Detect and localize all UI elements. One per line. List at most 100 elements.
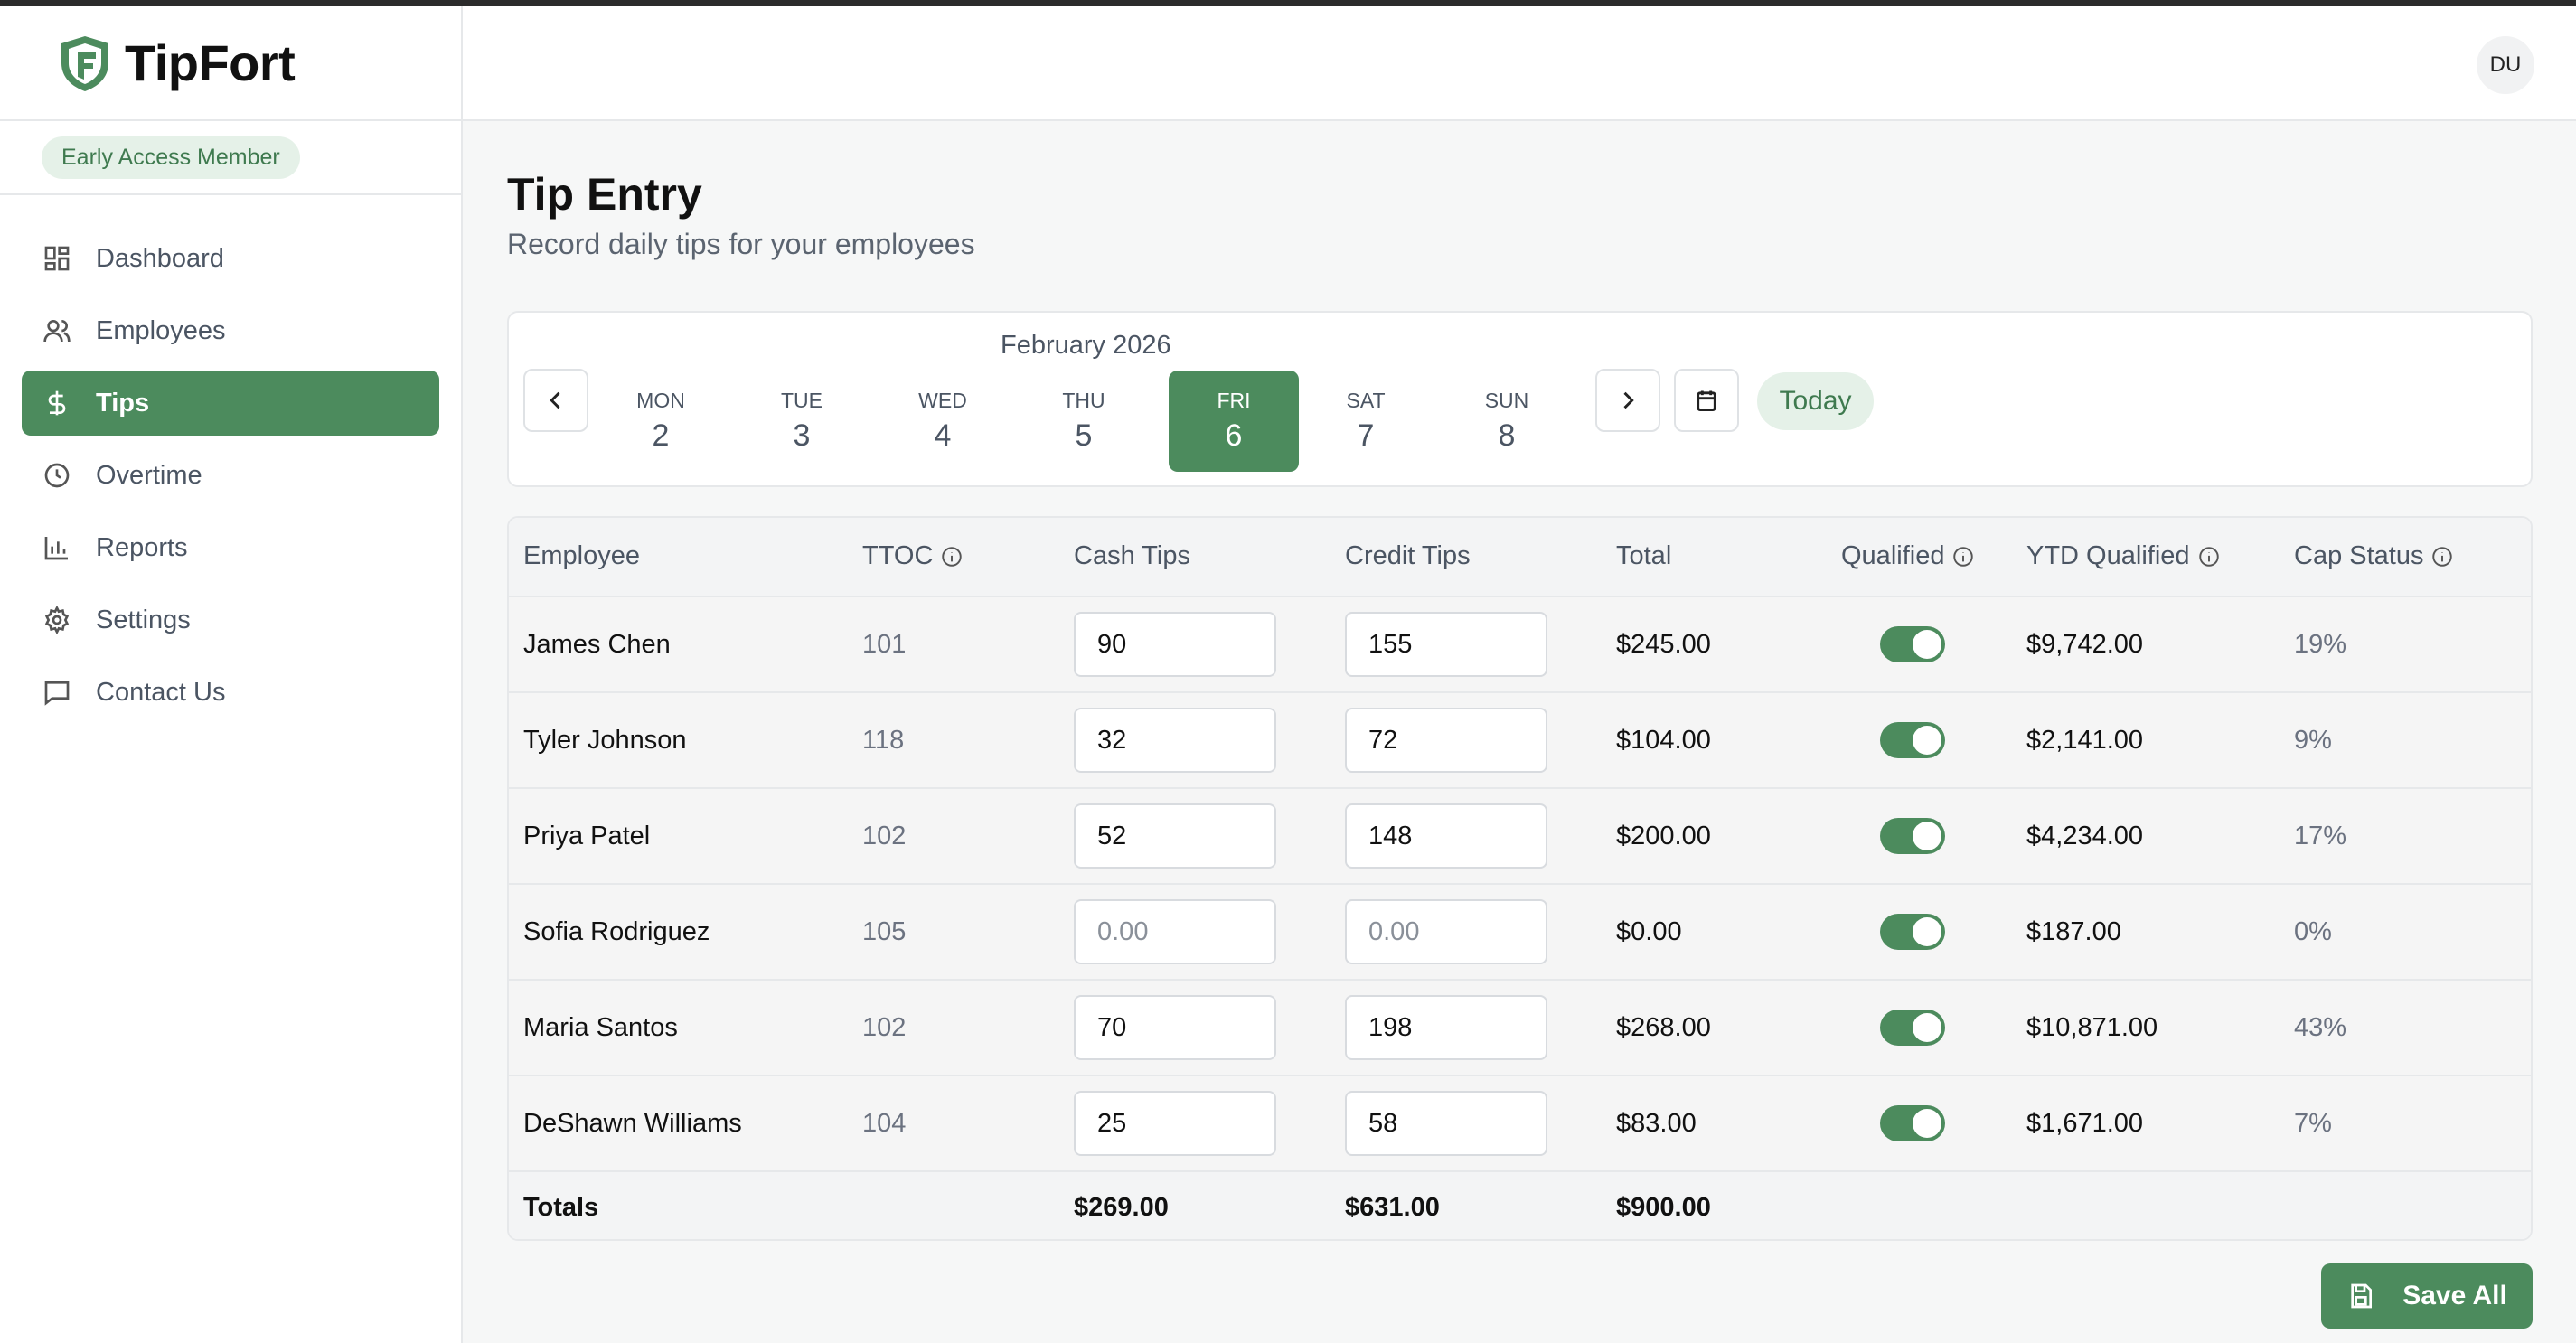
credit-tips-input[interactable] <box>1345 803 1547 869</box>
col-cash-tips: Cash Tips <box>1074 541 1190 570</box>
message-icon <box>42 677 72 708</box>
chevron-left-icon <box>550 391 560 409</box>
day-sat[interactable]: SAT 7 <box>1301 371 1431 472</box>
cash-tips-input[interactable] <box>1074 803 1276 869</box>
qualified-toggle[interactable] <box>1880 914 1945 950</box>
qualified-toggle[interactable] <box>1880 818 1945 854</box>
total-value: $0.00 <box>1616 916 1682 946</box>
save-all-label: Save All <box>2402 1281 2507 1310</box>
table-row: Sofia Rodriguez 105 $0.00 $187.00 0% <box>509 885 2531 981</box>
credit-tips-input[interactable] <box>1345 708 1547 773</box>
employee-name: James Chen <box>523 629 671 659</box>
credit-tips-input[interactable] <box>1345 1091 1547 1156</box>
totals-row: Totals $269.00 $631.00 $900.00 <box>509 1172 2531 1239</box>
credit-tips-input[interactable] <box>1345 612 1547 677</box>
info-icon[interactable] <box>1951 545 1975 568</box>
prev-week-button[interactable] <box>523 369 588 432</box>
employee-name: DeShawn Williams <box>523 1108 742 1138</box>
info-icon[interactable] <box>2430 545 2454 568</box>
cap-status-value: 0% <box>2294 916 2332 946</box>
table-row: Priya Patel 102 $200.00 $4,234.00 17% <box>509 789 2531 885</box>
cash-tips-input[interactable] <box>1074 899 1276 964</box>
col-credit-tips: Credit Tips <box>1345 541 1471 570</box>
day-fri[interactable]: FRI 6 <box>1169 371 1299 472</box>
gear-icon <box>42 605 72 635</box>
ytd-value: $1,671.00 <box>2026 1108 2144 1138</box>
cash-tips-input[interactable] <box>1074 612 1276 677</box>
total-value: $104.00 <box>1616 725 1711 755</box>
window-top-strip <box>0 0 2576 6</box>
ttoc-value: 101 <box>862 629 907 659</box>
cash-tips-input[interactable] <box>1074 995 1276 1060</box>
totals-credit: $631.00 <box>1345 1192 1440 1222</box>
ytd-value: $187.00 <box>2026 916 2121 946</box>
sidebar-item-label: Dashboard <box>96 243 224 273</box>
day-thu[interactable]: THU 5 <box>1019 371 1149 472</box>
total-value: $200.00 <box>1616 821 1711 850</box>
col-employee: Employee <box>523 541 640 570</box>
employee-name: Maria Santos <box>523 1012 678 1042</box>
employee-name: Priya Patel <box>523 821 651 850</box>
top-header: DU <box>463 6 2576 121</box>
today-button[interactable]: Today <box>1757 372 1874 430</box>
day-sun[interactable]: SUN 8 <box>1442 371 1572 472</box>
month-label: February 2026 <box>1001 331 1171 360</box>
cap-status-value: 7% <box>2294 1108 2332 1138</box>
calendar-icon <box>1697 390 1716 411</box>
sidebar-item-label: Overtime <box>96 460 202 490</box>
table-row: James Chen 101 $245.00 $9,742.00 19% <box>509 597 2531 693</box>
sidebar-item-contact-us[interactable]: Contact Us <box>22 660 439 725</box>
ytd-value: $10,871.00 <box>2026 1012 2158 1042</box>
ttoc-value: 104 <box>862 1108 907 1138</box>
total-value: $268.00 <box>1616 1012 1711 1042</box>
sidebar-nav: Dashboard Employees Tips Overtime Report… <box>0 195 461 725</box>
sidebar-item-dashboard[interactable]: Dashboard <box>22 226 439 291</box>
col-total: Total <box>1616 541 1672 570</box>
sidebar-item-reports[interactable]: Reports <box>22 515 439 580</box>
info-icon[interactable] <box>2197 545 2221 568</box>
cap-status-value: 17% <box>2294 821 2347 850</box>
cap-status-value: 9% <box>2294 725 2332 755</box>
total-value: $83.00 <box>1616 1108 1697 1138</box>
credit-tips-input[interactable] <box>1345 899 1547 964</box>
credit-tips-input[interactable] <box>1345 995 1547 1060</box>
brand-name: TipFort <box>125 34 296 91</box>
clock-icon <box>42 460 72 491</box>
qualified-toggle[interactable] <box>1880 1105 1945 1141</box>
sidebar-item-overtime[interactable]: Overtime <box>22 443 439 508</box>
info-icon[interactable] <box>940 545 964 568</box>
ytd-value: $2,141.00 <box>2026 725 2144 755</box>
sidebar-item-label: Employees <box>96 315 226 345</box>
save-all-button[interactable]: Save All <box>2321 1263 2533 1329</box>
calendar-button[interactable] <box>1674 369 1739 432</box>
shield-logo-icon <box>56 33 114 94</box>
ytd-value: $4,234.00 <box>2026 821 2144 850</box>
col-qualified: Qualified <box>1841 541 1975 571</box>
dollar-icon <box>42 388 72 418</box>
sidebar-item-label: Settings <box>96 605 191 634</box>
table-row: Tyler Johnson 118 $104.00 $2,141.00 9% <box>509 693 2531 789</box>
member-row: Early Access Member <box>0 121 461 195</box>
cash-tips-input[interactable] <box>1074 708 1276 773</box>
tips-table: Employee TTOC Cash Tips Credit Tips Tota… <box>507 516 2533 1241</box>
sidebar-item-employees[interactable]: Employees <box>22 298 439 363</box>
week-selector: February 2026 MON 2 TUE 3 WED 4 THU 5 FRI 6 S… <box>507 311 2533 487</box>
qualified-toggle[interactable] <box>1880 722 1945 758</box>
avatar[interactable]: DU <box>2477 36 2534 94</box>
employee-name: Tyler Johnson <box>523 725 687 755</box>
chevron-right-icon <box>1623 391 1634 409</box>
qualified-toggle[interactable] <box>1880 1010 1945 1046</box>
day-tue[interactable]: TUE 3 <box>737 371 867 472</box>
sidebar-item-label: Contact Us <box>96 677 226 707</box>
qualified-toggle[interactable] <box>1880 626 1945 662</box>
bar-chart-icon <box>42 532 72 563</box>
day-mon[interactable]: MON 2 <box>596 371 726 472</box>
day-wed[interactable]: WED 4 <box>878 371 1008 472</box>
sidebar-item-settings[interactable]: Settings <box>22 587 439 653</box>
ttoc-value: 102 <box>862 821 907 850</box>
totals-label: Totals <box>523 1192 599 1222</box>
employee-name: Sofia Rodriguez <box>523 916 710 946</box>
sidebar-item-tips[interactable]: Tips <box>22 371 439 436</box>
next-week-button[interactable] <box>1595 369 1660 432</box>
cash-tips-input[interactable] <box>1074 1091 1276 1156</box>
